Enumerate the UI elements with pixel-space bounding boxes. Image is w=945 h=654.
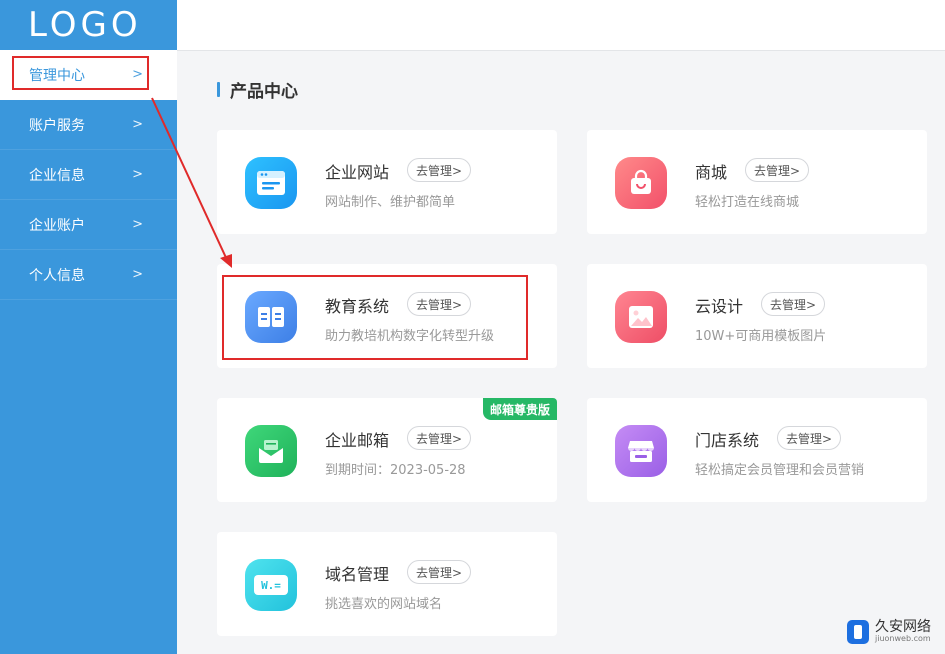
watermark-url: jiuonweb.com [875,634,931,644]
watermark-logo-icon [847,619,869,644]
annotation-arrow [151,97,232,268]
watermark-text: 久安网络 [875,618,931,635]
watermark: 久安网络 jiuonweb.com [847,618,931,644]
